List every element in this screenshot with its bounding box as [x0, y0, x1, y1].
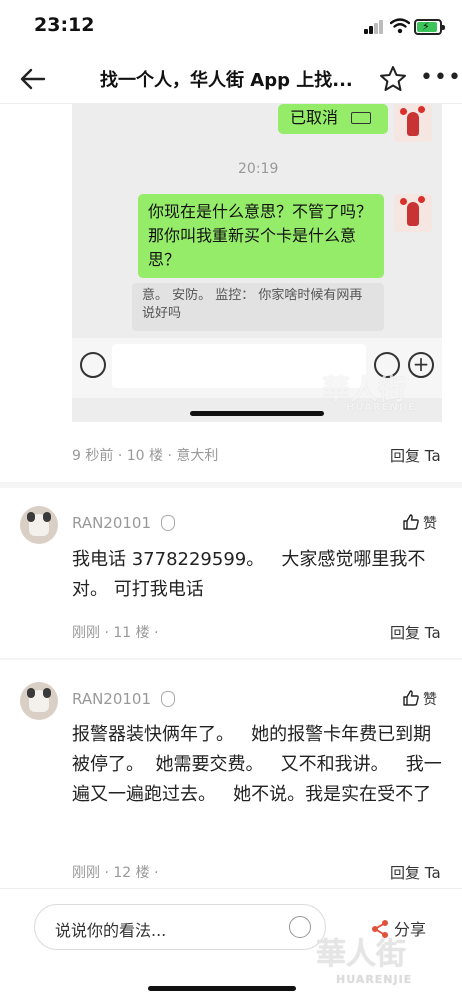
favorite-star-icon[interactable]	[378, 64, 408, 94]
comment-time: 刚刚	[72, 865, 100, 881]
comment-floor: 11 楼	[113, 625, 150, 641]
nav-bar: 找一个人，华人街 App 上找... •••	[0, 54, 462, 104]
cancelled-call-label: 已取消	[290, 108, 339, 127]
watermark-text: HUARENJIE	[336, 973, 413, 986]
watermark-text: HUARENJIE	[346, 402, 417, 413]
thumbs-up-icon	[403, 514, 419, 530]
cancelled-call-bubble: 已取消	[278, 104, 388, 134]
post-time: 9 秒前	[72, 448, 114, 464]
comment-time: 刚刚	[72, 625, 100, 641]
sender-avatar-top	[394, 104, 432, 142]
like-label: 赞	[423, 516, 437, 532]
comment-meta: 刚刚 · 12 楼 ·	[72, 865, 159, 881]
emoji-icon[interactable]	[289, 916, 311, 938]
watermark-logo: 華人街	[316, 937, 406, 972]
page-title: 找一个人，华人街 App 上找...	[100, 70, 353, 91]
avatar[interactable]	[20, 682, 58, 720]
reply-button[interactable]: 回复 Ta	[390, 445, 441, 466]
wifi-icon	[390, 18, 410, 34]
avatar[interactable]	[20, 506, 58, 544]
status-bar: 23:12 ⚡	[0, 0, 462, 54]
more-options-icon[interactable]: •••	[420, 67, 461, 92]
comment-text: 报警器装快俩年了。 她的报警卡年费已到期被停了。 她需要交费。 又不和我讲。 我…	[72, 724, 442, 805]
comment-meta: 刚刚 · 11 楼 ·	[72, 625, 159, 641]
thumbs-up-icon	[403, 690, 419, 706]
comment-username[interactable]: RAN20101	[72, 690, 151, 708]
status-time: 23:12	[34, 14, 95, 36]
home-indicator	[148, 986, 296, 991]
like-button[interactable]: 赞	[402, 689, 437, 709]
video-call-icon	[351, 112, 372, 124]
like-button[interactable]: 赞	[402, 513, 437, 533]
chat-timestamp: 20:19	[238, 161, 279, 177]
post-location: 意大利	[176, 448, 219, 464]
section-divider	[0, 658, 462, 660]
comment-floor: 12 楼	[113, 865, 150, 881]
apple-device-icon	[161, 691, 175, 707]
cellular-signal-icon	[364, 20, 384, 34]
voice-icon	[80, 352, 106, 378]
back-arrow-icon[interactable]	[18, 64, 48, 94]
bottom-bar: 说说你的看法... 分享 華人街 HUARENJIE	[0, 888, 462, 1000]
plus-icon: +	[408, 352, 434, 378]
home-indicator	[190, 411, 324, 416]
post-meta: 9 秒前 · 10 楼 · 意大利	[72, 448, 219, 464]
sender-avatar	[394, 194, 432, 232]
section-divider	[0, 482, 462, 488]
like-label: 赞	[423, 692, 437, 708]
chat-message-bubble: 你现在是什么意思？不管了吗？那你叫我重新买个卡是什么意思？	[138, 194, 384, 278]
apple-device-icon	[161, 515, 175, 531]
reply-button[interactable]: 回复 Ta	[390, 622, 441, 643]
comment-text: 我电话 3778229599。 大家感觉哪里我不对。 可打我电话	[72, 549, 426, 600]
reply-button[interactable]: 回复 Ta	[390, 862, 441, 883]
comment-username[interactable]: RAN20101	[72, 514, 151, 532]
battery-icon: ⚡	[414, 19, 445, 35]
post-image[interactable]: 已取消 20:19 你现在是什么意思？不管了吗？那你叫我重新买个卡是什么意思？ …	[72, 104, 442, 422]
comment-input[interactable]: 说说你的看法...	[34, 904, 326, 950]
post-floor: 10 楼	[126, 448, 163, 464]
comment-placeholder: 说说你的看法...	[55, 921, 167, 940]
quoted-message: 意。 安防。 监控： 你家啥时候有网再说好吗	[132, 283, 384, 331]
